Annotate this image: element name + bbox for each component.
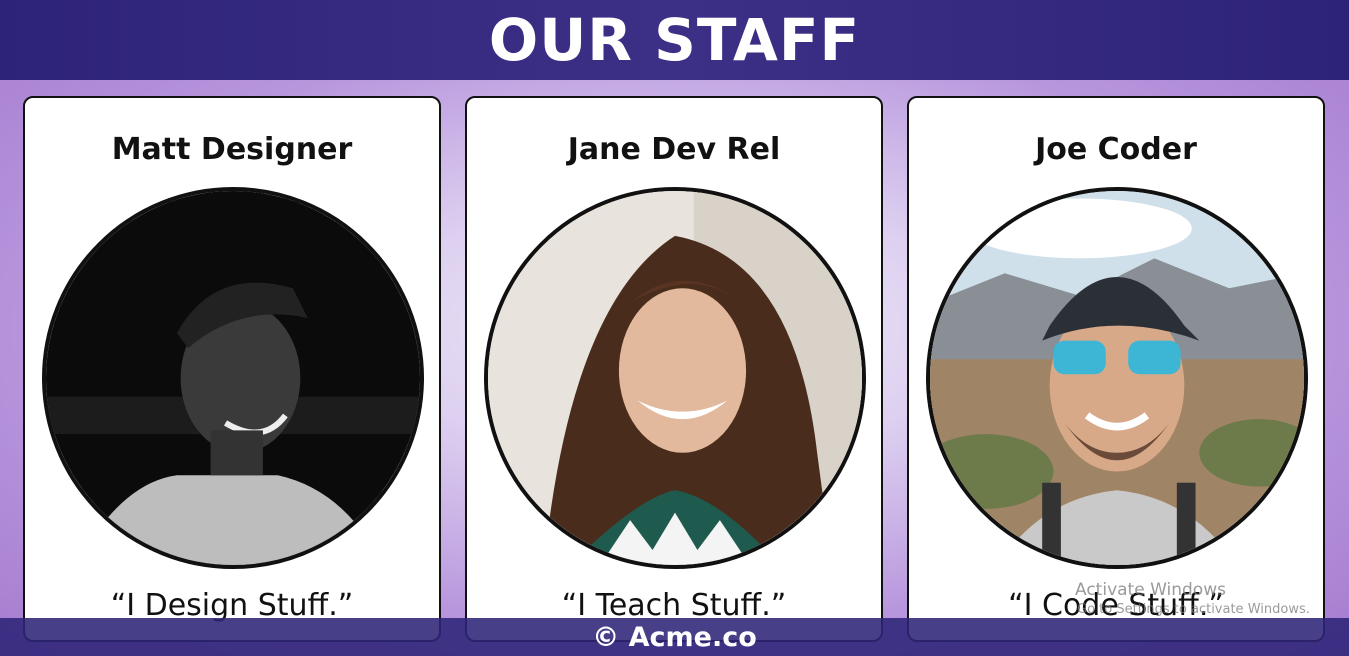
footer-copyright: © Acme.co	[592, 621, 757, 653]
staff-photo-jane	[484, 187, 866, 569]
watermark-subtitle: Go to Settings to activate Windows.	[1077, 602, 1310, 617]
staff-name: Jane Dev Rel	[567, 132, 781, 167]
staff-name: Matt Designer	[111, 132, 353, 167]
staff-name: Joe Coder	[1035, 132, 1197, 167]
staff-photo-joe	[926, 187, 1308, 569]
page-footer: © Acme.co	[0, 618, 1349, 656]
staff-card-jane: Jane Dev Rel “I Teach Stuff.”	[465, 96, 883, 642]
staff-card-joe: Joe Coder “I Code Stuff.”	[907, 96, 1325, 642]
watermark-title: Activate Windows	[1075, 580, 1226, 600]
staff-photo-matt	[42, 187, 424, 569]
staff-cards: Matt Designer “I Design Stuff.” Jane Dev…	[0, 0, 1349, 656]
staff-card-matt: Matt Designer “I Design Stuff.”	[23, 96, 441, 642]
activate-windows-watermark: Activate Windows Go to Settings to activ…	[1075, 580, 1310, 620]
